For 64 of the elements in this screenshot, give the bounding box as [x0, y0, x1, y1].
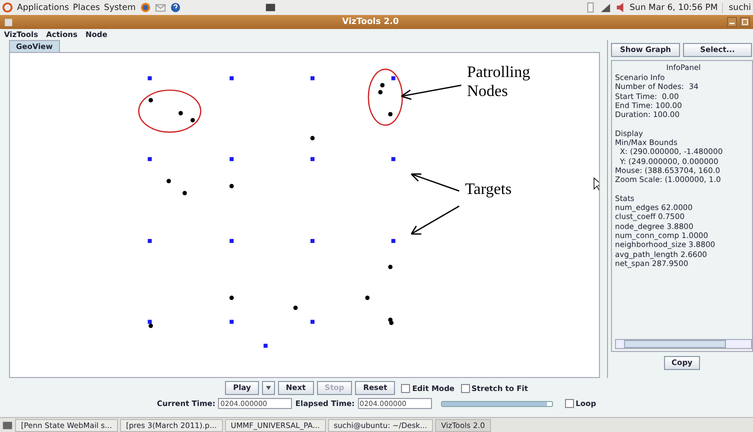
- target-marker: [391, 238, 396, 243]
- target-marker: [230, 238, 234, 243]
- terminal-icon[interactable]: [264, 2, 276, 13]
- target-marker: [310, 238, 314, 243]
- node-dot: [310, 136, 315, 140]
- arrow: [400, 84, 462, 100]
- node-dot: [190, 118, 195, 122]
- window-menu-icon[interactable]: [3, 16, 14, 28]
- node-dot: [182, 190, 187, 196]
- node-dot: [148, 324, 153, 328]
- annotation-text: Targets: [465, 180, 512, 199]
- panel-menu[interactable]: System: [104, 2, 136, 12]
- window-title: VizTools 2.0: [341, 17, 400, 27]
- target-marker: [148, 76, 152, 80]
- mail-icon[interactable]: [154, 2, 166, 13]
- node-dot: [380, 83, 385, 88]
- target-marker: [230, 76, 234, 80]
- target-marker: [310, 76, 314, 80]
- highlight-ellipse: [368, 68, 403, 126]
- map-canvas[interactable]: Patrolling Nodes Targets: [9, 52, 600, 378]
- dropdown-button[interactable]: [262, 381, 275, 395]
- logo-icon[interactable]: [2, 2, 13, 13]
- show-desktop-icon[interactable]: [2, 420, 13, 430]
- target-marker: [310, 320, 314, 324]
- target-marker: [148, 157, 152, 162]
- target-marker: [230, 157, 234, 162]
- maximize-icon[interactable]: [740, 17, 750, 27]
- signal-icon: [600, 2, 611, 13]
- minimize-icon[interactable]: [727, 17, 737, 27]
- target-marker: [391, 157, 396, 162]
- target-marker: [230, 320, 234, 324]
- node-dot: [178, 110, 183, 116]
- horizontal-scrollbar[interactable]: [615, 339, 752, 349]
- cursor-icon: [594, 177, 599, 191]
- node-dot: [378, 90, 383, 94]
- target-marker: [148, 238, 152, 243]
- node-dot: [388, 112, 393, 116]
- target-marker: [391, 76, 396, 80]
- node-dot: [388, 264, 393, 270]
- target-marker: [310, 157, 314, 162]
- clock[interactable]: Sun Mar 6, 10:56 PM: [630, 2, 718, 12]
- checkbox[interactable]: [401, 384, 410, 392]
- panel-menu[interactable]: Applications: [17, 2, 69, 12]
- node-dot: [293, 306, 298, 310]
- target-marker: [264, 344, 268, 348]
- node-dot: [148, 98, 153, 102]
- user-name[interactable]: suchi: [722, 2, 751, 12]
- arrow: [410, 173, 460, 192]
- browser-icon[interactable]: [140, 2, 151, 13]
- time-slider[interactable]: [440, 400, 553, 406]
- checkbox[interactable]: [460, 384, 470, 392]
- speaker-icon: [614, 2, 626, 13]
- node-dot: [166, 178, 171, 184]
- target-marker: [148, 320, 152, 324]
- help-icon[interactable]: [170, 2, 181, 13]
- node-dot: [229, 184, 234, 188]
- checkbox[interactable]: [564, 399, 574, 408]
- highlight-ellipse: [138, 90, 202, 133]
- annotation-text: Patrolling Nodes: [467, 63, 532, 101]
- node-dot: [365, 296, 370, 300]
- panel-menu[interactable]: Places: [72, 2, 100, 12]
- node-dot: [229, 296, 234, 300]
- arrow: [410, 205, 460, 235]
- caret-icon: [266, 386, 271, 390]
